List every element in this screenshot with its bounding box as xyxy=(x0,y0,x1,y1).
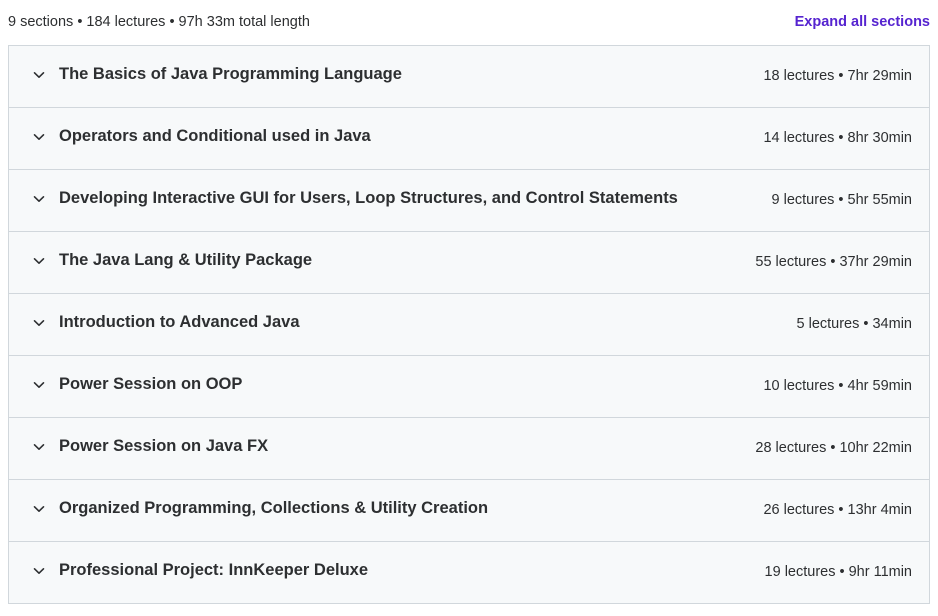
section-title: Power Session on OOP xyxy=(59,375,243,393)
chevron-down-icon xyxy=(33,69,45,81)
section-title: Developing Interactive GUI for Users, Lo… xyxy=(59,189,678,207)
chevron-down-icon xyxy=(33,255,45,267)
section-meta: 14 lectures • 8hr 30min xyxy=(763,130,912,146)
section-row[interactable]: Operators and Conditional used in Java 1… xyxy=(9,108,929,170)
section-title: Power Session on Java FX xyxy=(59,437,269,455)
chevron-down-icon xyxy=(33,441,45,453)
section-row[interactable]: Introduction to Advanced Java 5 lectures… xyxy=(9,294,929,356)
section-meta: 18 lectures • 7hr 29min xyxy=(763,68,912,84)
section-row[interactable]: The Basics of Java Programming Language … xyxy=(9,46,929,108)
chevron-down-icon xyxy=(33,193,45,205)
expand-all-sections-button[interactable]: Expand all sections xyxy=(795,14,930,30)
section-meta: 9 lectures • 5hr 55min xyxy=(771,192,912,208)
chevron-down-icon xyxy=(33,503,45,515)
curriculum-summary: 9 sections • 184 lectures • 97h 33m tota… xyxy=(8,14,310,30)
section-title: Introduction to Advanced Java xyxy=(59,313,300,331)
section-row[interactable]: Developing Interactive GUI for Users, Lo… xyxy=(9,170,929,232)
chevron-down-icon xyxy=(33,317,45,329)
section-title: The Basics of Java Programming Language xyxy=(59,65,402,83)
chevron-down-icon xyxy=(33,379,45,391)
section-row[interactable]: Organized Programming, Collections & Uti… xyxy=(9,480,929,542)
section-title: Professional Project: InnKeeper Deluxe xyxy=(59,561,369,579)
section-list: The Basics of Java Programming Language … xyxy=(8,45,930,604)
section-meta: 55 lectures • 37hr 29min xyxy=(755,254,912,270)
section-meta: 26 lectures • 13hr 4min xyxy=(763,502,912,518)
section-title: Organized Programming, Collections & Uti… xyxy=(59,499,489,517)
section-meta: 19 lectures • 9hr 11min xyxy=(764,564,912,580)
section-row[interactable]: Power Session on OOP 10 lectures • 4hr 5… xyxy=(9,356,929,418)
chevron-down-icon xyxy=(33,131,45,143)
section-row[interactable]: Professional Project: InnKeeper Deluxe 1… xyxy=(9,542,929,604)
section-meta: 5 lectures • 34min xyxy=(796,316,913,332)
curriculum-header: 9 sections • 184 lectures • 97h 33m tota… xyxy=(0,0,938,45)
section-row[interactable]: Power Session on Java FX 28 lectures • 1… xyxy=(9,418,929,480)
section-title: The Java Lang & Utility Package xyxy=(59,251,313,269)
section-title: Operators and Conditional used in Java xyxy=(59,127,371,145)
section-meta: 10 lectures • 4hr 59min xyxy=(763,378,912,394)
section-row[interactable]: The Java Lang & Utility Package 55 lectu… xyxy=(9,232,929,294)
chevron-down-icon xyxy=(33,565,45,577)
section-meta: 28 lectures • 10hr 22min xyxy=(755,440,912,456)
